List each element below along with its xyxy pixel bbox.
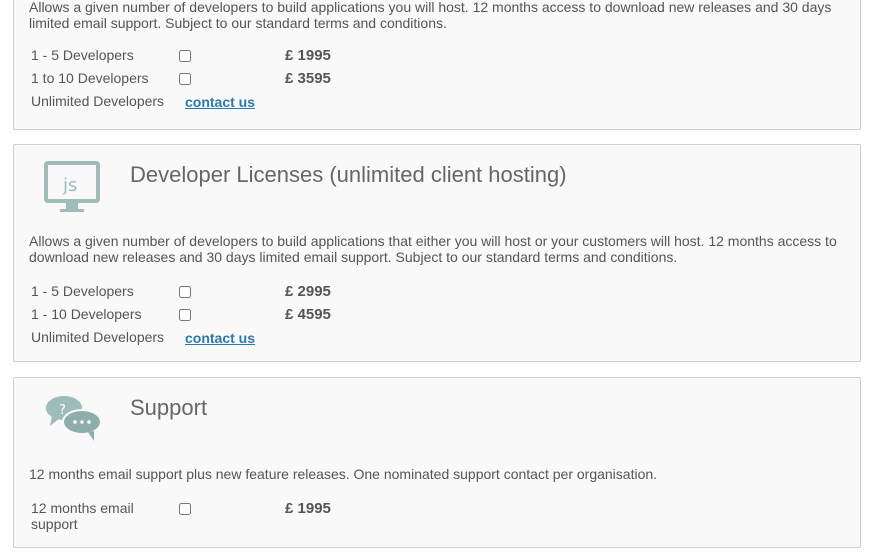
unlimited-row: Unlimited Developers contact us <box>14 90 862 112</box>
hosted-description: Allows a given number of developers to b… <box>29 0 832 31</box>
developer-title: Developer Licenses (unlimited client hos… <box>130 162 567 187</box>
unlimited-label: Unlimited Developers <box>31 93 165 109</box>
option-label: 1 - 5 Developers <box>31 47 134 63</box>
contact-us-link[interactable]: contact us <box>185 94 255 110</box>
option-price: £ 4595 <box>285 306 331 323</box>
option-checkbox[interactable] <box>179 503 191 515</box>
option-row: 1 - 5 Developers £ 1995 <box>14 44 862 66</box>
option-checkbox[interactable] <box>179 73 191 85</box>
option-price: £ 2995 <box>285 283 331 300</box>
monitor-js-icon: js <box>44 161 100 212</box>
speech-bubbles-icon: ? <box>46 396 102 441</box>
unlimited-row: Unlimited Developers contact us <box>14 326 862 348</box>
option-checkbox[interactable] <box>179 286 191 298</box>
unlimited-label: Unlimited Developers <box>31 329 165 345</box>
option-label: 1 - 10 Developers <box>31 306 142 322</box>
option-price: £ 3595 <box>285 70 331 87</box>
developer-description: Allows a given number of developers to b… <box>29 233 837 265</box>
option-price: £ 1995 <box>285 500 331 517</box>
developer-license-panel: js Developer Licenses (unlimited client … <box>13 144 861 362</box>
option-label: 1 - 5 Developers <box>31 283 134 299</box>
option-label: 12 months email support <box>31 500 134 532</box>
svg-text:js: js <box>62 175 77 196</box>
option-row: 12 months email support £ 1995 <box>14 497 862 533</box>
option-row: 1 - 10 Developers £ 4595 <box>14 303 862 325</box>
option-row: 1 to 10 Developers £ 3595 <box>14 67 862 89</box>
contact-us-link[interactable]: contact us <box>185 330 255 346</box>
support-panel: ? Support 12 months email support plus n… <box>13 377 861 548</box>
option-checkbox[interactable] <box>179 309 191 321</box>
option-label: 1 to 10 Developers <box>31 70 149 86</box>
support-description: 12 months email support plus new feature… <box>29 466 658 482</box>
option-row: 1 - 5 Developers £ 2995 <box>14 280 862 302</box>
hosted-license-panel: Allows a given number of developers to b… <box>13 0 861 130</box>
support-title: Support <box>130 395 208 420</box>
option-price: £ 1995 <box>285 47 331 64</box>
option-checkbox[interactable] <box>179 50 191 62</box>
